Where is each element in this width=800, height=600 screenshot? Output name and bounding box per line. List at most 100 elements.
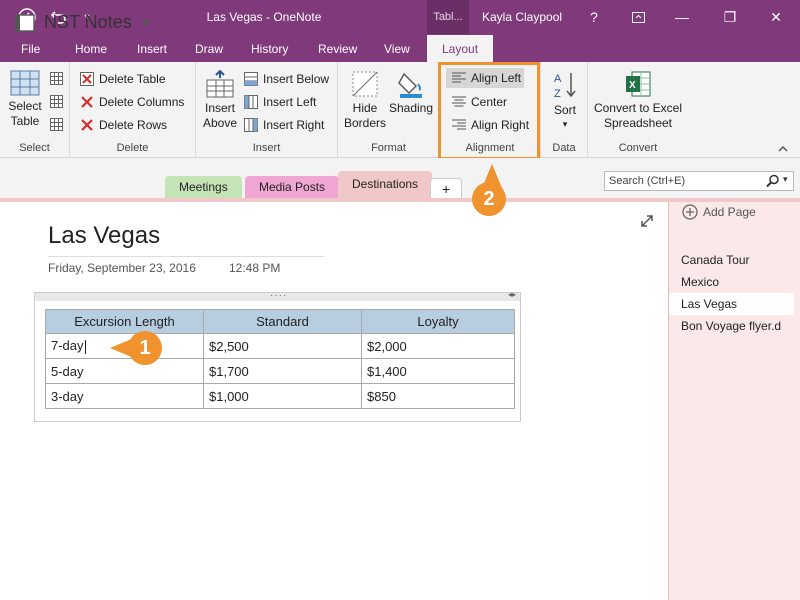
- select-group: Select Table Select: [0, 62, 70, 158]
- data-group: A Z Sort ▾ Data: [540, 62, 588, 158]
- search-scope-dropdown-icon[interactable]: ▾: [783, 174, 788, 185]
- resize-arrows-icon[interactable]: ◂▸: [508, 290, 516, 299]
- ribbon-tabs: File Home Insert Draw History Review Vie…: [0, 34, 800, 62]
- shading-button[interactable]: Shading: [388, 70, 434, 116]
- select-column-icon[interactable]: [50, 72, 63, 88]
- add-page-button[interactable]: Add Page: [682, 204, 756, 220]
- close-icon[interactable]: ✕: [766, 0, 786, 34]
- tab-review[interactable]: Review: [318, 34, 357, 62]
- delete-table-button[interactable]: Delete Table: [80, 69, 166, 89]
- table-cell[interactable]: 3-day: [45, 383, 204, 409]
- delete-group: Delete Table Delete Columns Delete Rows …: [70, 62, 196, 158]
- tab-history[interactable]: History: [251, 34, 288, 62]
- svg-text:A: A: [554, 73, 562, 85]
- notebook-selector[interactable]: NST Notes ▼: [14, 12, 152, 33]
- select-cell-icon[interactable]: [50, 118, 63, 134]
- table-cell[interactable]: $1,000: [203, 383, 362, 409]
- select-row-icon[interactable]: [50, 95, 63, 111]
- delete-rows-icon: [81, 119, 93, 131]
- convert-group-label: Convert: [618, 142, 658, 154]
- insert-above-button[interactable]: Insert Above: [202, 70, 238, 131]
- alignment-highlight-box: [438, 62, 540, 160]
- shading-label: Shading: [388, 101, 434, 115]
- svg-text:X: X: [629, 80, 636, 91]
- table-cell[interactable]: $2,500: [203, 333, 362, 359]
- insert-right-icon: [244, 118, 258, 132]
- select-table-button[interactable]: Select Table: [6, 70, 44, 129]
- table-cell[interactable]: $2,000: [361, 333, 515, 359]
- page-time: 12:48 PM: [229, 261, 281, 275]
- select-group-label: Select: [19, 142, 50, 154]
- table-cell[interactable]: $850: [361, 383, 515, 409]
- convert-to-excel-button[interactable]: X Convert to Excel Spreadsheet: [592, 70, 684, 131]
- window-title: Las Vegas - OneNote: [206, 10, 322, 24]
- format-group: Hide Borders Shading Format: [338, 62, 440, 158]
- svg-text:Z: Z: [554, 88, 561, 100]
- minimize-icon[interactable]: —: [672, 0, 692, 34]
- insert-below-button[interactable]: Insert Below: [244, 69, 329, 89]
- delete-group-label: Delete: [116, 142, 149, 154]
- delete-columns-label: Delete Columns: [99, 95, 185, 109]
- search-icon[interactable]: [766, 174, 780, 191]
- page-list-item-mexico[interactable]: Mexico: [681, 275, 719, 289]
- sort-button[interactable]: A Z Sort ▾: [546, 70, 584, 130]
- insert-below-label: Insert Below: [263, 72, 330, 86]
- text-cursor: [84, 339, 86, 354]
- hide-borders-button[interactable]: Hide Borders: [344, 70, 386, 131]
- section-tab-destinations[interactable]: Destinations: [338, 171, 433, 200]
- convert-group: X Convert to Excel Spreadsheet Convert: [588, 62, 688, 158]
- tab-home[interactable]: Home: [75, 34, 107, 62]
- table-header-cell[interactable]: Standard: [203, 309, 362, 334]
- insert-below-icon: [244, 72, 258, 86]
- notebook-icon: [15, 13, 35, 32]
- table-header-cell[interactable]: Excursion Length: [45, 309, 204, 334]
- data-group-label: Data: [552, 142, 576, 154]
- section-tab-meetings[interactable]: Meetings: [165, 176, 242, 200]
- add-circle-icon: [682, 204, 698, 220]
- collapse-ribbon-icon[interactable]: [778, 144, 788, 155]
- sort-dropdown-icon[interactable]: ▾: [546, 118, 584, 130]
- sort-icon: A Z: [554, 73, 576, 100]
- sort-label: Sort: [553, 103, 576, 117]
- tab-insert[interactable]: Insert: [137, 34, 167, 62]
- drag-dots-icon: ····: [270, 290, 288, 301]
- help-icon[interactable]: ?: [584, 0, 604, 34]
- page-list-item-canada-tour[interactable]: Canada Tour: [681, 253, 750, 267]
- delete-columns-icon: [81, 96, 93, 108]
- add-section-button[interactable]: +: [430, 178, 463, 200]
- callout-2: 2: [472, 182, 506, 216]
- hide-borders-icon: [352, 71, 378, 97]
- insert-right-label: Insert Right: [263, 118, 325, 132]
- table-header-row: Excursion Length Standard Loyalty: [45, 309, 515, 334]
- note-container[interactable]: ···· ◂▸ Excursion Length Standard Loyalt…: [34, 290, 521, 422]
- cell-text: 7-day: [51, 338, 84, 354]
- table-cell[interactable]: $1,700: [203, 358, 362, 384]
- tab-draw[interactable]: Draw: [195, 34, 223, 62]
- container-handle[interactable]: ···· ◂▸: [35, 290, 520, 301]
- section-tab-media-posts[interactable]: Media Posts: [245, 176, 340, 200]
- tab-layout[interactable]: Layout: [427, 35, 494, 62]
- insert-above-label: Insert Above: [202, 101, 238, 130]
- title-underline: [48, 256, 324, 257]
- insert-right-button[interactable]: Insert Right: [244, 115, 324, 135]
- table-row: 3-day $1,000 $850: [45, 383, 515, 409]
- insert-left-label: Insert Left: [263, 95, 317, 109]
- select-table-icon: [10, 70, 40, 96]
- full-page-view-icon[interactable]: [640, 214, 654, 231]
- user-name[interactable]: Kayla Claypool: [482, 0, 562, 34]
- notebook-dropdown-icon: ▼: [139, 15, 152, 30]
- excel-icon: X: [626, 71, 651, 97]
- tab-file[interactable]: File: [21, 34, 40, 62]
- callout-1: 1: [128, 331, 162, 365]
- delete-columns-button[interactable]: Delete Columns: [80, 92, 184, 112]
- page-title[interactable]: Las Vegas: [48, 222, 160, 250]
- restore-icon[interactable]: ❐: [720, 0, 740, 34]
- table-cell[interactable]: $1,400: [361, 358, 515, 384]
- ribbon-display-options-icon[interactable]: [628, 0, 648, 34]
- delete-rows-button[interactable]: Delete Rows: [80, 115, 167, 135]
- insert-left-button[interactable]: Insert Left: [244, 92, 316, 112]
- tab-view[interactable]: View: [384, 34, 410, 62]
- page-list-item-las-vegas[interactable]: Las Vegas: [669, 293, 794, 315]
- page-list-item-bon-voyage[interactable]: Bon Voyage flyer.d: [681, 319, 781, 333]
- table-header-cell[interactable]: Loyalty: [361, 309, 515, 334]
